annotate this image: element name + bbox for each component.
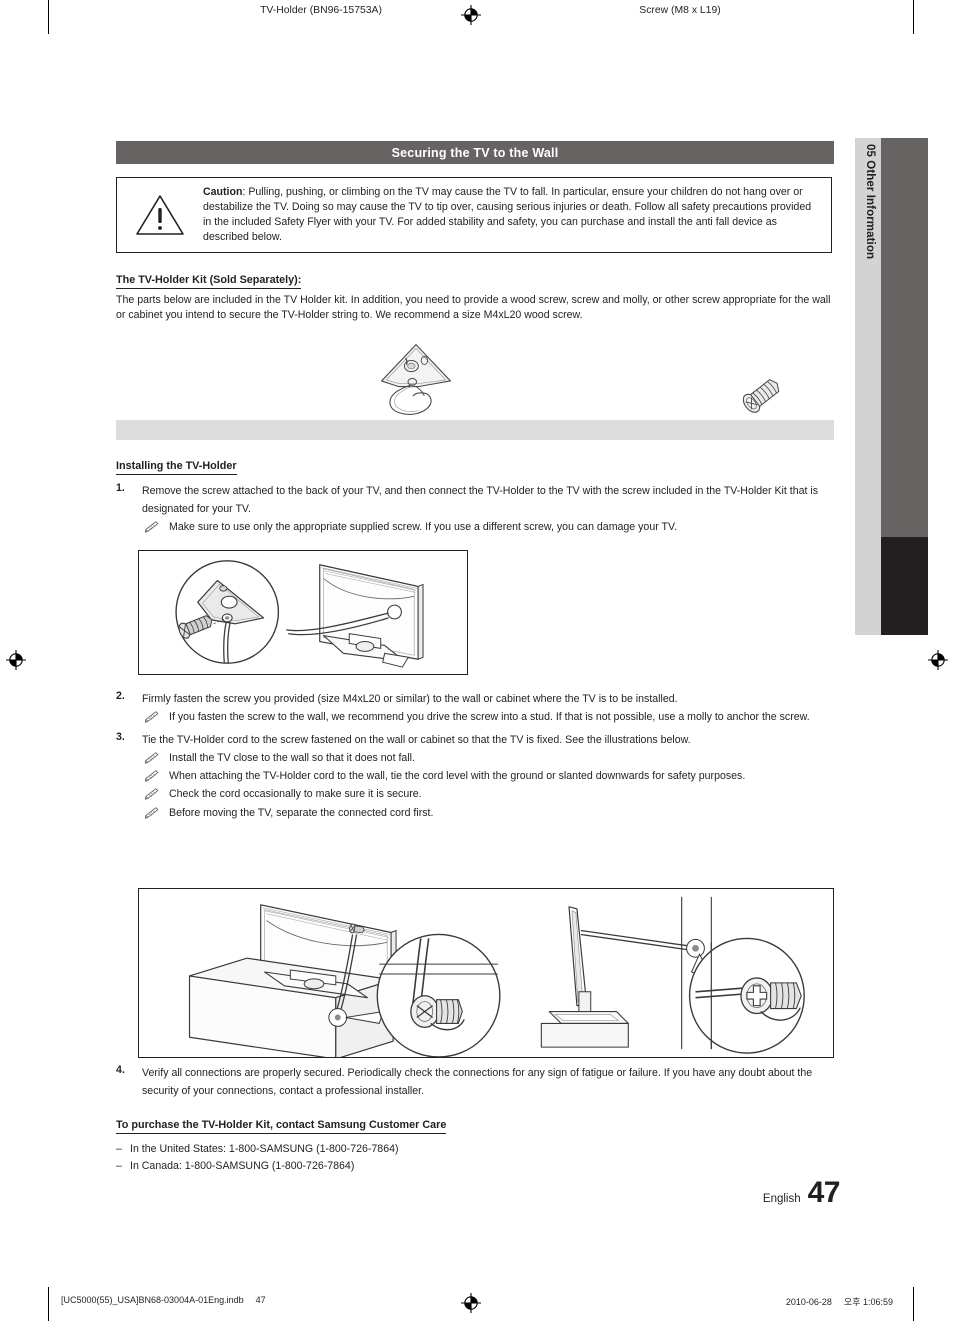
step-text: Tie the TV-Holder cord to the screw fast… — [142, 734, 691, 747]
note-text: Check the cord occasionally to make sure… — [169, 788, 422, 801]
step-note: Make sure to use only the appropriate su… — [142, 520, 838, 535]
note-text: Install the TV close to the wall so that… — [169, 752, 415, 765]
purchase-heading: To purchase the TV-Holder Kit, contact S… — [116, 1118, 447, 1134]
caution-body: : Pulling, pushing, or climbing on the T… — [203, 185, 812, 244]
note-text: When attaching the TV-Holder cord to the… — [169, 770, 746, 783]
install-step-2: 2. Firmly fasten the screw you provided … — [116, 689, 838, 725]
registration-mark-left — [6, 650, 26, 670]
tv-holder-kit-body: The parts below are included in the TV H… — [116, 294, 831, 322]
footer-page: 47 — [255, 1295, 266, 1305]
contact-line-us: – In the United States: 1-800-SAMSUNG (1… — [116, 1141, 838, 1158]
tv-holder-kit-block: The TV-Holder Kit (Sold Separately): The… — [116, 270, 838, 323]
step-note: Install the TV close to the wall so that… — [142, 751, 838, 766]
install-step-4-block: 4. Verify all connections are properly s… — [116, 1063, 838, 1099]
note-pencil-icon — [143, 788, 163, 802]
step-note: Check the cord occasionally to make sure… — [142, 787, 838, 802]
install-step-1: 1. Remove the screw attached to the back… — [116, 481, 838, 535]
parts-caption-bar — [116, 420, 834, 440]
section-title-bar: Securing the TV to the Wall — [116, 141, 834, 164]
chapter-tab-bar-black — [881, 537, 928, 635]
page-number: 47 — [807, 1176, 841, 1209]
list-dash: – — [116, 1160, 122, 1172]
crop-mark-bottom-left — [48, 1287, 49, 1321]
contact-text: In Canada: 1-800-SAMSUNG (1-800-726-7864… — [130, 1160, 355, 1172]
install-steps-2-3: 2. Firmly fasten the screw you provided … — [116, 689, 838, 821]
installing-heading: Installing the TV-Holder — [116, 459, 237, 475]
tv-holder-bracket-illustration — [331, 340, 501, 420]
contact-list: – In the United States: 1-800-SAMSUNG (1… — [116, 1141, 838, 1175]
step-text: Firmly fasten the screw you provided (si… — [142, 693, 678, 705]
list-dash: – — [116, 1143, 122, 1155]
note-text: Before moving the TV, separate the conne… — [169, 806, 434, 819]
part-caption-tv-holder: TV-Holder (BN96-15753A) — [260, 4, 382, 16]
note-pencil-icon — [143, 770, 163, 784]
crop-mark-top-right — [913, 0, 914, 34]
footer-timestamp: 2010-06-28 오후 1:06:59 — [786, 1295, 893, 1308]
install-steps-list: 1. Remove the screw attached to the back… — [116, 481, 838, 535]
installing-block: Installing the TV-Holder 1. Remove the s… — [116, 456, 838, 535]
contact-line-canada: – In Canada: 1-800-SAMSUNG (1-800-726-78… — [116, 1158, 838, 1175]
section-title: Securing the TV to the Wall — [391, 145, 559, 160]
chapter-tab-label: 05 Other Information — [864, 144, 876, 260]
part-caption-screw: Screw (M8 x L19) — [639, 4, 721, 16]
note-text: If you fasten the screw to the wall, we … — [169, 711, 810, 724]
footer-file-info: [UC5000(55)_USA]BN68-03004A-01Eng.indb 47 — [61, 1295, 266, 1305]
note-pencil-icon — [143, 521, 163, 535]
tv-holder-kit-heading: The TV-Holder Kit (Sold Separately): — [116, 273, 302, 289]
contact-text: In the United States: 1-800-SAMSUNG (1-8… — [130, 1143, 399, 1155]
step-number: 1. — [116, 482, 125, 494]
note-text: Make sure to use only the appropriate su… — [169, 521, 678, 534]
chapter-tab-strip: 05 Other Information — [855, 138, 881, 635]
step-number: 2. — [116, 690, 125, 702]
footer-filename: [UC5000(55)_USA]BN68-03004A-01Eng.indb — [61, 1295, 244, 1305]
step-note: When attaching the TV-Holder cord to the… — [142, 769, 838, 784]
figure-cabinet-illustration — [188, 904, 501, 1060]
step-note: Before moving the TV, separate the conne… — [142, 806, 838, 821]
parts-figure — [116, 340, 834, 420]
caution-text: Caution: Pulling, pushing, or climbing o… — [203, 185, 831, 245]
install-steps-list-final: 4. Verify all connections are properly s… — [116, 1063, 838, 1099]
registration-mark-bottom — [461, 1293, 481, 1313]
step-note: If you fasten the screw to the wall, we … — [142, 710, 838, 725]
chapter-tab-bar-gray — [881, 138, 928, 537]
note-pencil-icon — [143, 711, 163, 725]
registration-mark-right — [928, 650, 948, 670]
note-pencil-icon — [143, 752, 163, 766]
caution-lead: Caution — [203, 185, 243, 198]
page-folio: English 47 — [600, 1176, 841, 1209]
folio-language: English — [762, 1193, 801, 1205]
figure-tv-holder-attach — [138, 550, 468, 675]
purchase-contact-block: To purchase the TV-Holder Kit, contact S… — [116, 1115, 838, 1175]
step-text: Remove the screw attached to the back of… — [142, 485, 819, 516]
warning-triangle-icon — [117, 192, 203, 238]
install-steps-list-continued: 2. Firmly fasten the screw you provided … — [116, 689, 838, 821]
footer-date: 2010-06-28 — [785, 1297, 832, 1307]
step-number: 3. — [116, 731, 125, 744]
install-step-4: 4. Verify all connections are properly s… — [116, 1063, 838, 1099]
note-pencil-icon — [143, 806, 163, 821]
install-step-3: 3. Tie the TV-Holder cord to the screw f… — [116, 730, 838, 820]
figure-cord-tie-examples — [138, 888, 834, 1060]
figure-wall-illustration — [540, 896, 805, 1054]
step-number: 4. — [116, 1064, 125, 1076]
crop-mark-top-left — [48, 0, 49, 34]
crop-mark-bottom-right — [913, 1287, 914, 1321]
caution-box: Caution: Pulling, pushing, or climbing o… — [116, 177, 832, 253]
step-text: Verify all connections are properly secu… — [142, 1067, 813, 1098]
footer-time: 오후 1:06:59 — [843, 1297, 893, 1307]
screw-illustration — [676, 340, 846, 420]
